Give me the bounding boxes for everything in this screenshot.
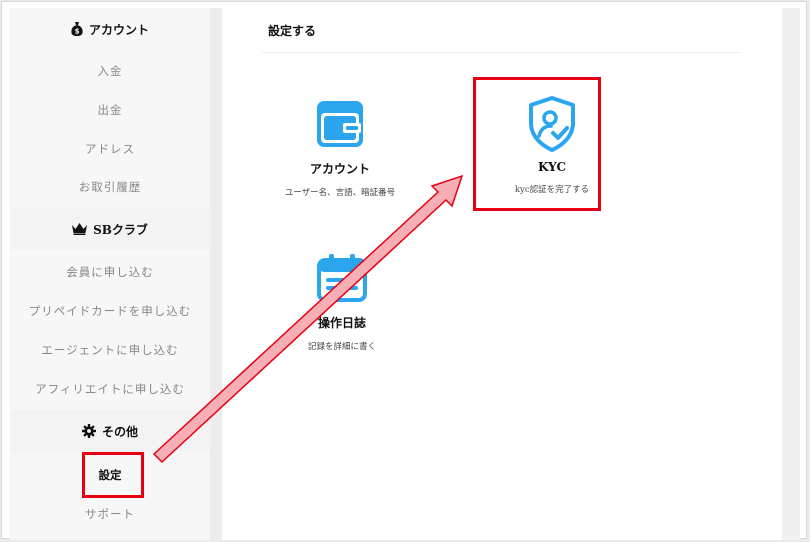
annotation-arrow — [152, 174, 464, 464]
